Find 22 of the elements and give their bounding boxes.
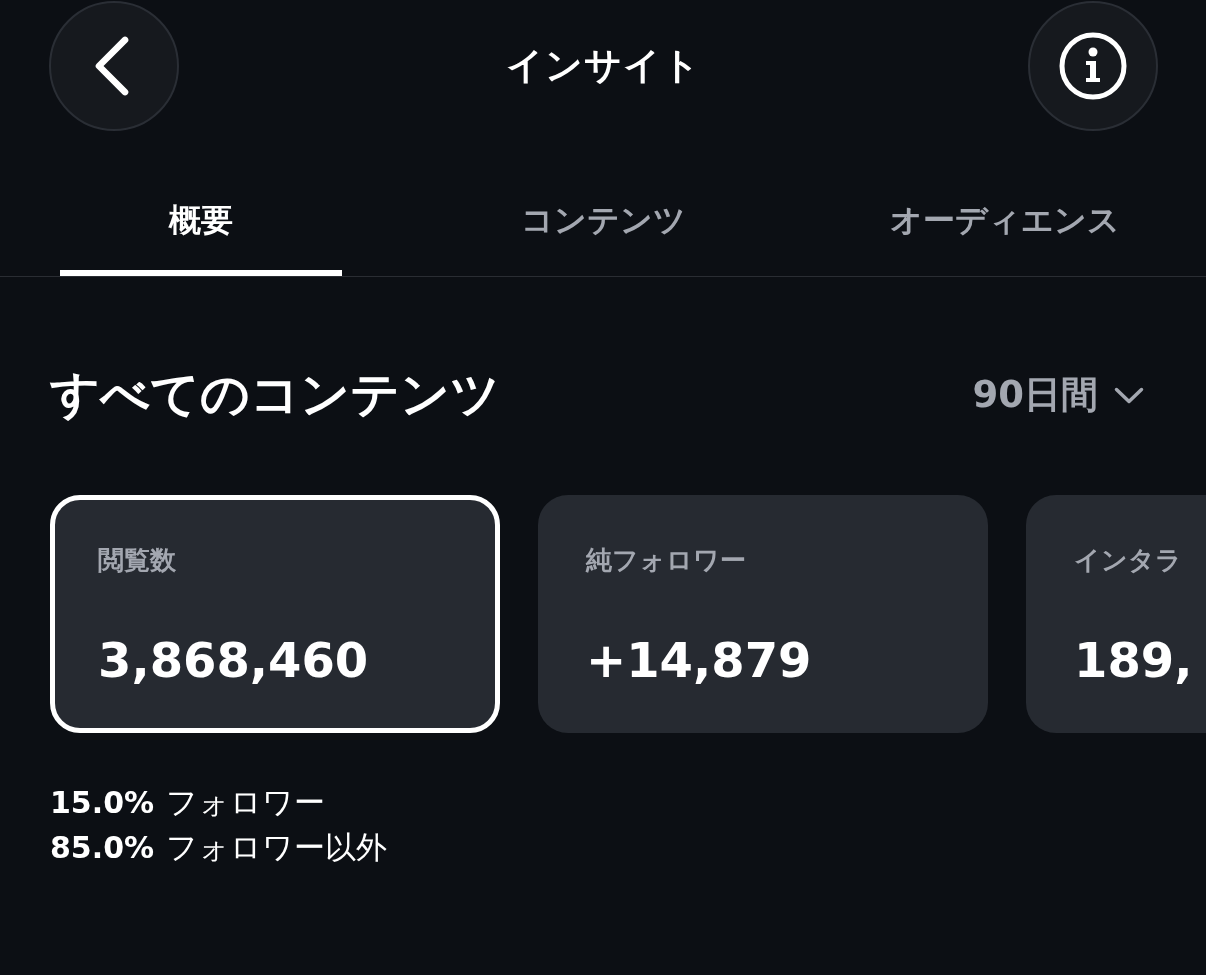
metric-label: 純フォロワー (586, 544, 746, 577)
metric-card[interactable]: 閲覧数 3,868,460 (50, 495, 500, 733)
metric-value: 3,868,460 (98, 631, 369, 690)
page-title: インサイト (506, 43, 701, 89)
tab[interactable]: 概要 (60, 132, 342, 276)
metric-card[interactable]: 純フォロワー +14,879 (538, 495, 988, 733)
breakdown-label: フォロワー以外 (166, 828, 388, 867)
section-title: すべてのコンテンツ (50, 365, 500, 425)
metric-label: インタラ (1074, 544, 1182, 577)
chevron-down-icon (1114, 386, 1144, 404)
metric-value: 189, (1074, 631, 1193, 690)
tab[interactable]: コンテンツ (462, 132, 744, 276)
info-icon (1059, 32, 1127, 100)
breakdown-percent: 15.0% (50, 784, 155, 822)
chevron-left-icon (95, 36, 129, 96)
metric-value: +14,879 (586, 631, 812, 690)
breakdown-label: フォロワー (166, 783, 326, 822)
period-dropdown[interactable]: 90日間 (972, 371, 1144, 419)
metric-label: 閲覧数 (98, 544, 176, 577)
breakdown-percent: 85.0% (50, 829, 155, 867)
tab[interactable]: オーディエンス (864, 132, 1146, 276)
metric-card[interactable]: インタラ 189, (1026, 495, 1206, 733)
